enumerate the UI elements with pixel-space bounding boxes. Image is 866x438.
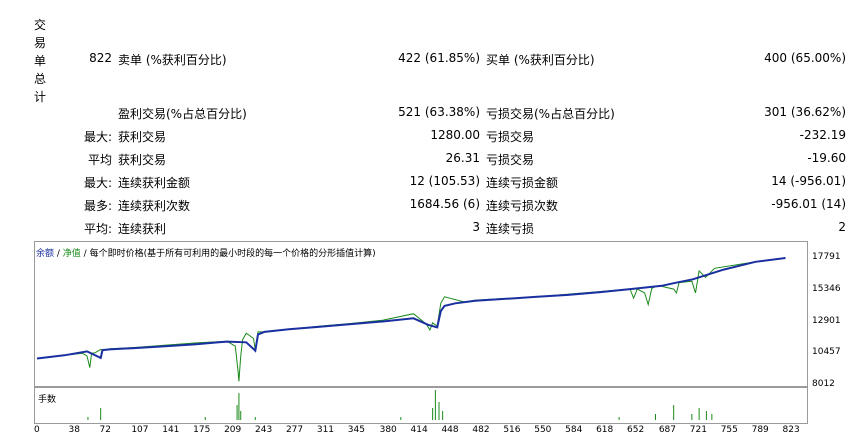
x-tick-label: 652 [627,425,645,435]
x-tick-label: 687 [658,425,677,435]
balance-equity-chart [36,257,786,420]
x-tick-label: 107 [131,425,149,435]
x-tick-label: 0 [34,425,40,435]
x-tick-label: 584 [565,425,583,435]
x-tick-label: 448 [441,425,459,435]
x-tick-label: 755 [720,425,738,435]
x-tick-label: 175 [193,425,211,435]
x-tick-label: 618 [596,425,614,435]
y-tick-label: 17791 [812,252,841,262]
x-tick-label: 277 [285,425,304,435]
x-tick-label: 550 [534,425,552,435]
y-tick-label: 10457 [812,347,841,358]
x-tick-label: 209 [224,425,242,435]
x-tick-label: 345 [347,425,365,435]
x-tick-label: 721 [689,425,707,435]
x-tick-label: 482 [472,425,490,435]
x-tick-label: 72 [99,425,111,435]
x-tick-label: 823 [782,425,800,435]
x-tick-label: 380 [379,425,397,435]
x-tick-label: 516 [503,425,521,435]
balance-series-line [36,257,786,360]
x-tick-label: 243 [255,425,273,435]
y-tick-label: 8012 [812,379,835,389]
x-tick-label: 414 [410,425,428,435]
equity-series-line [36,257,786,382]
y-tick-label: 12901 [812,315,841,326]
y-tick-label: 15346 [812,283,841,294]
x-tick-label: 141 [162,425,180,435]
x-tick-label: 38 [68,425,80,435]
x-tick-label: 789 [751,425,769,435]
x-tick-label: 311 [316,425,335,435]
